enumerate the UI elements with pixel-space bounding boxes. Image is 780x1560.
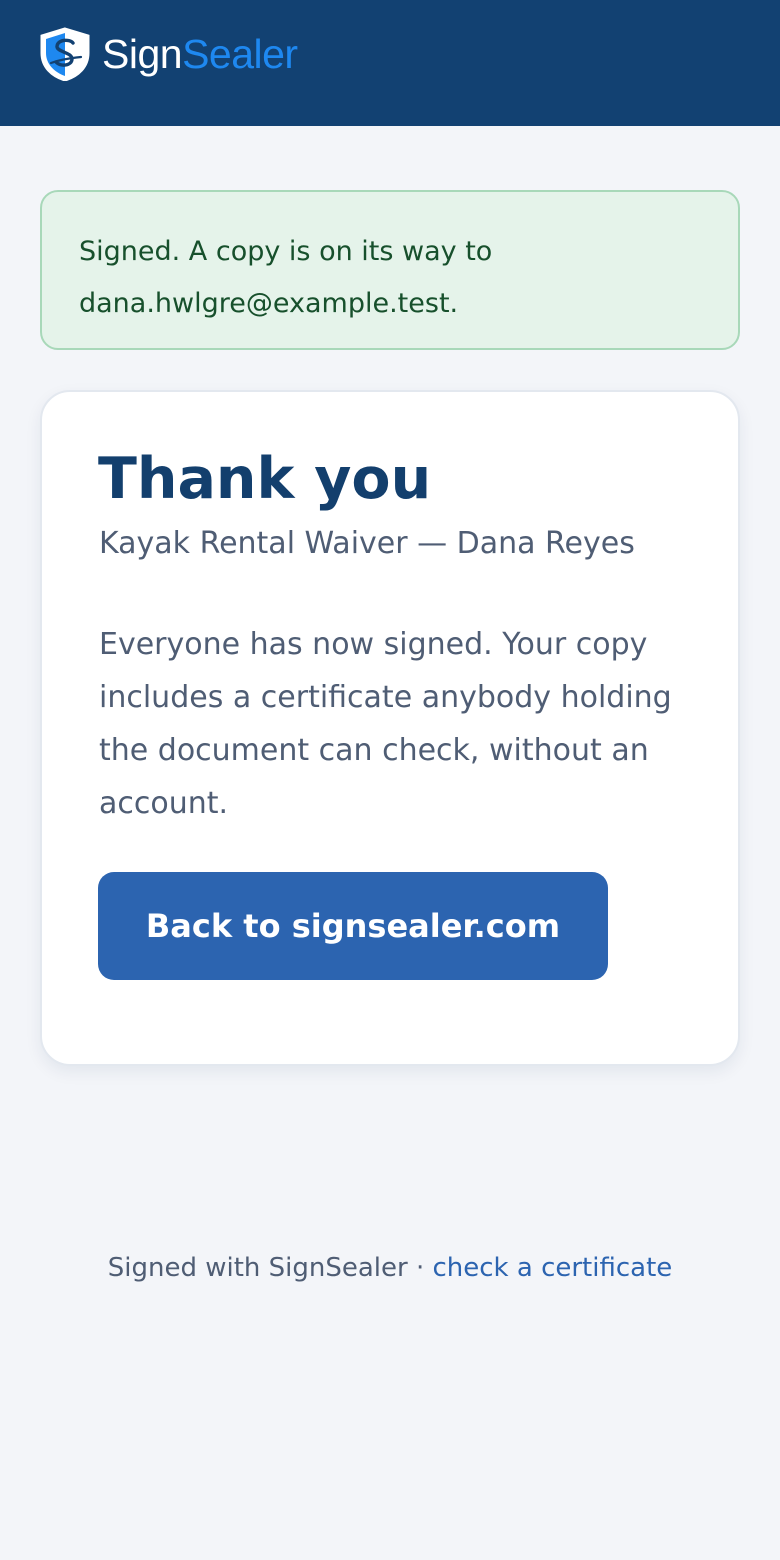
footer-text: Signed with SignSealer ·: [107, 1253, 433, 1283]
shield-s-icon: [40, 27, 90, 81]
confirmation-message: Everyone has now signed. Your copy inclu…: [99, 627, 672, 821]
page-footer: Signed with SignSealer · check a certifi…: [0, 1248, 780, 1288]
document-subtitle: Kayak Rental Waiver — Dana Reyes: [99, 526, 635, 561]
brand-logo[interactable]: SignSealer: [39, 27, 298, 81]
brand-wordmark: SignSealer: [102, 27, 298, 81]
top-bar: SignSealer: [0, 0, 780, 126]
page-title: Thank you: [98, 446, 432, 512]
check-certificate-link[interactable]: check a certificate: [432, 1253, 672, 1283]
back-to-site-button[interactable]: Back to signsealer.com: [98, 872, 608, 980]
success-notice: Signed. A copy is on its way to dana.hwl…: [40, 190, 740, 350]
confirmation-card: Thank you Kayak Rental Waiver — Dana Rey…: [40, 390, 740, 1066]
brand-wordmark-sign: Sign: [102, 31, 183, 77]
brand-wordmark-sealer: Sealer: [182, 31, 298, 77]
